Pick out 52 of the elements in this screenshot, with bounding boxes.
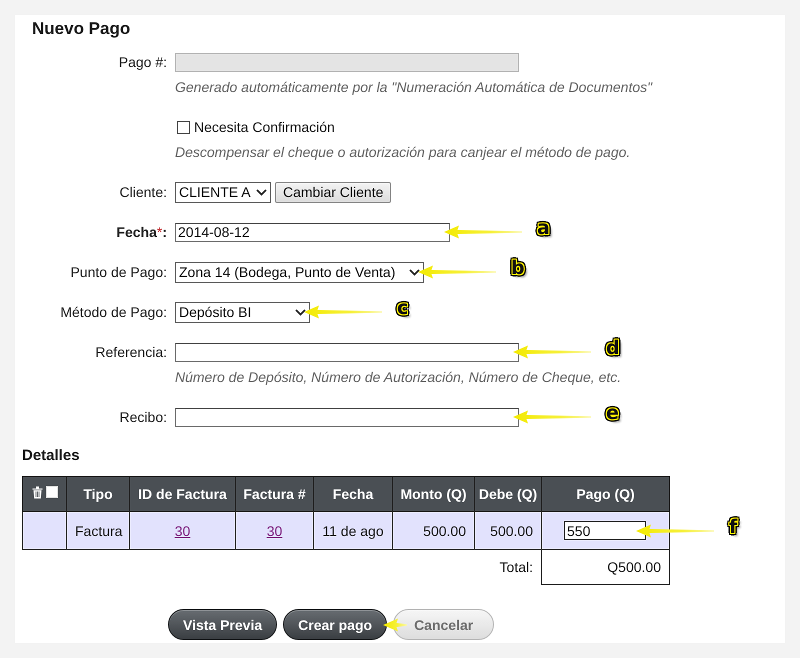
text-field[interactable]: 2014-08-12 [175, 222, 450, 242]
table-cell: 500.00 [474, 512, 542, 550]
dropdown[interactable]: Zona 14 (Bodega, Punto de Venta) [175, 262, 424, 282]
field-label: Fecha*: [116, 223, 167, 242]
callout-letter: b [510, 258, 526, 278]
table-cell: 11 de ago [314, 512, 392, 550]
cancel-button[interactable]: Cancelar [393, 609, 494, 640]
trash-icon [32, 486, 42, 498]
field-hint: Número de Depósito, Número de Autorización, Número de Cheque, etc. [175, 368, 622, 387]
field-label: Recibo: [120, 408, 167, 427]
field-label: Pago #: [118, 53, 167, 72]
column-header: Factura # [236, 476, 314, 512]
field-hint: Generado automáticamente por la "Numeración Automática de Documentos" [175, 78, 652, 97]
section-heading: Detalles [22, 447, 80, 465]
table-cell [22, 512, 66, 550]
invoice-link[interactable]: 30 [174, 522, 190, 538]
field-label: Punto de Pago: [70, 263, 167, 282]
column-header: Tipo [66, 476, 130, 512]
page-title: Nuevo Pago [32, 19, 130, 39]
callout-letter: c [396, 298, 410, 318]
payment-input[interactable]: 550 [564, 521, 646, 540]
field-label: Cliente: [120, 183, 167, 202]
column-header: Debe (Q) [474, 476, 542, 512]
total-label: Total: [500, 559, 533, 576]
table-cell: Factura [66, 512, 130, 550]
change-client-button[interactable]: Cambiar Cliente [275, 182, 392, 202]
select-all-checkbox[interactable] [46, 486, 58, 498]
text-field[interactable] [175, 342, 519, 362]
field-hint: Descompensar el cheque o autorización para canjear el método de pago. [175, 143, 630, 162]
callout-letter: d [605, 338, 621, 358]
column-header: Pago (Q) [542, 476, 670, 512]
action-button[interactable]: Crear pago [283, 609, 388, 640]
field-label: Referencia: [95, 343, 167, 362]
callout-letter: e [605, 403, 620, 423]
callout-letter: a [536, 218, 551, 238]
chevron-down-icon [256, 188, 267, 196]
dropdown[interactable]: CLIENTE A [175, 182, 271, 202]
chevron-down-icon [295, 308, 306, 316]
checkbox[interactable] [177, 120, 190, 134]
dropdown[interactable]: Depósito BI [175, 302, 310, 322]
callout-letter: f [728, 516, 738, 536]
column-header: Monto (Q) [392, 476, 474, 512]
invoice-link[interactable]: 30 [266, 522, 282, 538]
text-field[interactable] [175, 408, 519, 426]
field-label: Método de Pago: [60, 303, 167, 322]
chevron-down-icon [409, 268, 420, 276]
table-cell: 500.00 [392, 512, 474, 550]
action-button[interactable]: Vista Previa [168, 609, 278, 640]
column-header: Fecha [314, 476, 392, 512]
total-value: Q500.00 [542, 550, 670, 584]
column-header: ID de Factura [130, 476, 236, 512]
checkbox-label: Necesita Confirmación [194, 119, 335, 135]
